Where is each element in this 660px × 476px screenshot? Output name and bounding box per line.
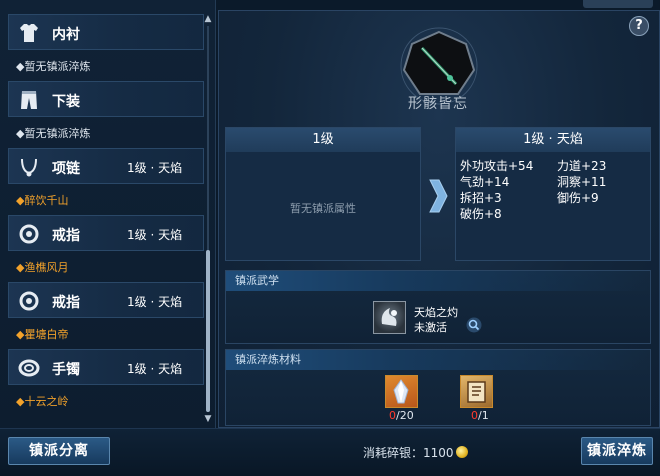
shirt-icon — [16, 20, 42, 46]
current-level-header: 1级 — [226, 128, 420, 152]
attribute-line: 气劲+14 — [460, 175, 510, 189]
slot-refine-status: ◆醉饮千山 — [16, 194, 69, 207]
no-attribute-text: 暂无镇派属性 — [290, 202, 356, 215]
skill-icon[interactable] — [373, 301, 406, 334]
slot-level: 1级 · 天焰 — [127, 362, 183, 376]
slot-level: 1级 · 天焰 — [127, 295, 183, 309]
equipment-slot-list: 内衬 ◆暂无镇派淬炼 下装 ◆暂无镇派淬炼 项链 1级 · 天焰 ◆醉饮千山 戒… — [8, 14, 204, 424]
next-level-header: 1级 · 天焰 — [456, 128, 650, 152]
slot-header[interactable]: 项链 1级 · 天焰 — [8, 148, 204, 184]
material-count: 0/1 — [471, 409, 489, 422]
slot-name: 项链 — [52, 161, 80, 177]
pants-icon — [16, 87, 42, 113]
search-icon[interactable] — [466, 317, 482, 333]
separate-button[interactable]: 镇派分离 — [8, 437, 110, 465]
slot-header[interactable]: 内衬 — [8, 14, 204, 50]
refine-button[interactable]: 镇派淬炼 — [581, 437, 653, 465]
cost-text: 消耗碎银：1100 — [363, 446, 454, 460]
refine-material-section: 镇派淬炼材料 — [225, 349, 651, 426]
material-owned: 0 — [471, 409, 478, 422]
skill-name: 天焰之灼 — [414, 306, 458, 319]
silver-coin-icon — [456, 446, 468, 458]
slot-header[interactable]: 戒指 1级 · 天焰 — [8, 215, 204, 251]
attribute-line: 力道+23 — [557, 159, 607, 173]
slot-header[interactable]: 戒指 1级 · 天焰 — [8, 282, 204, 318]
slot-level: 1级 · 天焰 — [127, 228, 183, 242]
attribute-line: 洞察+11 — [557, 175, 607, 189]
help-button[interactable]: ? — [629, 16, 649, 36]
ring-icon — [16, 221, 42, 247]
material-required: /1 — [478, 409, 489, 422]
emblem-title: 形骸皆忘 — [408, 96, 468, 112]
slot-name: 手镯 — [52, 362, 80, 378]
necklace-icon — [16, 154, 42, 180]
section-title: 镇派淬炼材料 — [226, 350, 650, 370]
chevron-right-icon — [429, 179, 448, 213]
slot-refine-status: ◆瞿塘白帝 — [16, 328, 69, 341]
current-attribute-box: 1级 暂无镇派属性 — [225, 127, 421, 261]
material-required: /20 — [396, 409, 414, 422]
slot-level: 1级 · 天焰 — [127, 161, 183, 175]
slot-refine-status: ◆渔樵风月 — [16, 261, 69, 274]
attribute-line: 外功攻击+54 — [460, 159, 534, 173]
scroll-book-icon — [467, 381, 486, 403]
slot-name: 戒指 — [52, 228, 80, 244]
scroll-down-arrow-icon[interactable]: ▼ — [203, 414, 213, 424]
slot-refine-status: ◆暂无镇派淬炼 — [16, 127, 91, 140]
skill-status: 未激活 — [414, 321, 447, 334]
scroll-up-arrow-icon[interactable]: ▲ — [203, 14, 213, 24]
slot-refine-status: ◆十云之岭 — [16, 395, 69, 408]
scroll-thumb[interactable] — [206, 250, 210, 412]
crystal-icon — [393, 379, 409, 404]
material-slot-crystal[interactable] — [385, 375, 418, 408]
tab-refine-attributes[interactable] — [583, 0, 653, 8]
material-slot-scroll[interactable] — [460, 375, 493, 408]
attribute-line: 破伤+8 — [460, 207, 502, 221]
slot-name: 内衬 — [52, 27, 80, 43]
slot-list-scrollbar[interactable]: ▲ ▼ — [203, 14, 213, 424]
material-count: 0/20 — [389, 409, 414, 422]
attribute-line: 拆招+3 — [460, 191, 502, 205]
section-title: 镇派武学 — [226, 271, 650, 291]
slot-refine-status: ◆暂无镇派淬炼 — [16, 60, 91, 73]
bracelet-icon — [16, 355, 42, 381]
slot-header[interactable]: 下装 — [8, 81, 204, 117]
equipment-slot-panel: 内衬 ◆暂无镇派淬炼 下装 ◆暂无镇派淬炼 项链 1级 · 天焰 ◆醉饮千山 戒… — [0, 0, 216, 428]
ring-icon — [16, 288, 42, 314]
slot-header[interactable]: 手镯 1级 · 天焰 — [8, 349, 204, 385]
slot-name: 戒指 — [52, 295, 80, 311]
attribute-line: 御伤+9 — [557, 191, 599, 205]
slot-name: 下装 — [52, 94, 80, 110]
material-owned: 0 — [389, 409, 396, 422]
